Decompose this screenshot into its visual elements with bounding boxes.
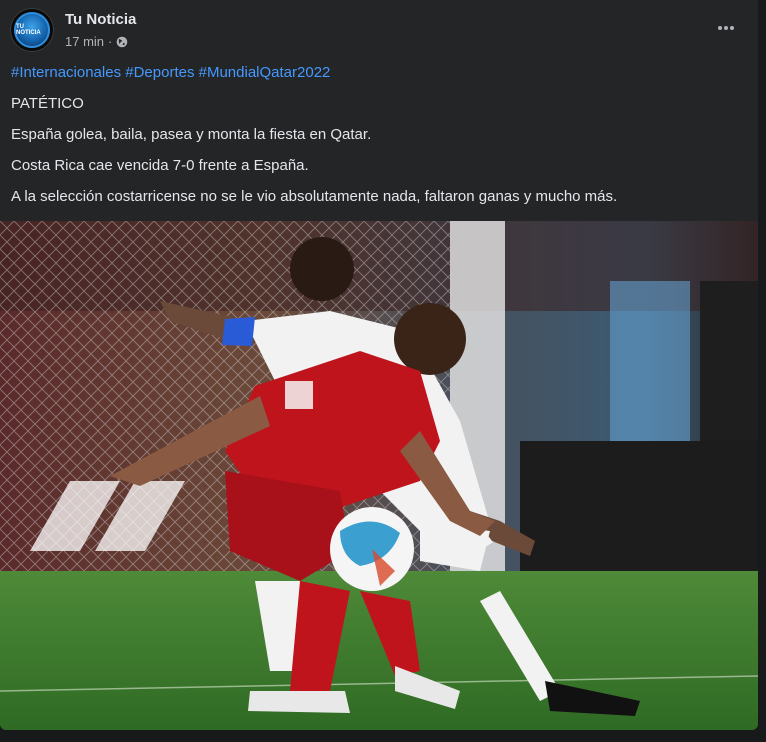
page-name-link[interactable]: Tu Noticia [65,11,136,28]
meta-separator: · [108,34,113,49]
page-avatar[interactable]: TU NOTICIA [10,8,54,52]
post-meta: 17 min · [65,34,128,49]
globe-icon[interactable] [116,36,128,48]
globe-logo-icon: TU NOTICIA [14,12,50,48]
post-header: TU NOTICIA Tu Noticia 17 min · [10,8,750,54]
post-line: Costa Rica cae vencida 7-0 frente a Espa… [11,157,309,174]
post-card: TU NOTICIA Tu Noticia 17 min · #Internac… [0,0,758,730]
post-line-headline: PATÉTICO [11,95,84,112]
post-line: A la selección costarricense no se le vi… [11,188,618,205]
hashtag-links[interactable]: #Internacionales #Deportes #MundialQatar… [11,63,751,83]
football-match-photo [0,221,758,730]
more-horizontal-icon[interactable] [714,18,738,38]
post-time-link[interactable]: 17 min [65,34,104,49]
avatar-logo-text: TU NOTICIA [16,24,41,36]
post-photo[interactable] [0,221,758,730]
post-message: #Internacionales #Deportes #MundialQatar… [11,63,751,218]
post-line: España golea, baila, pasea y monta la fi… [11,126,372,143]
